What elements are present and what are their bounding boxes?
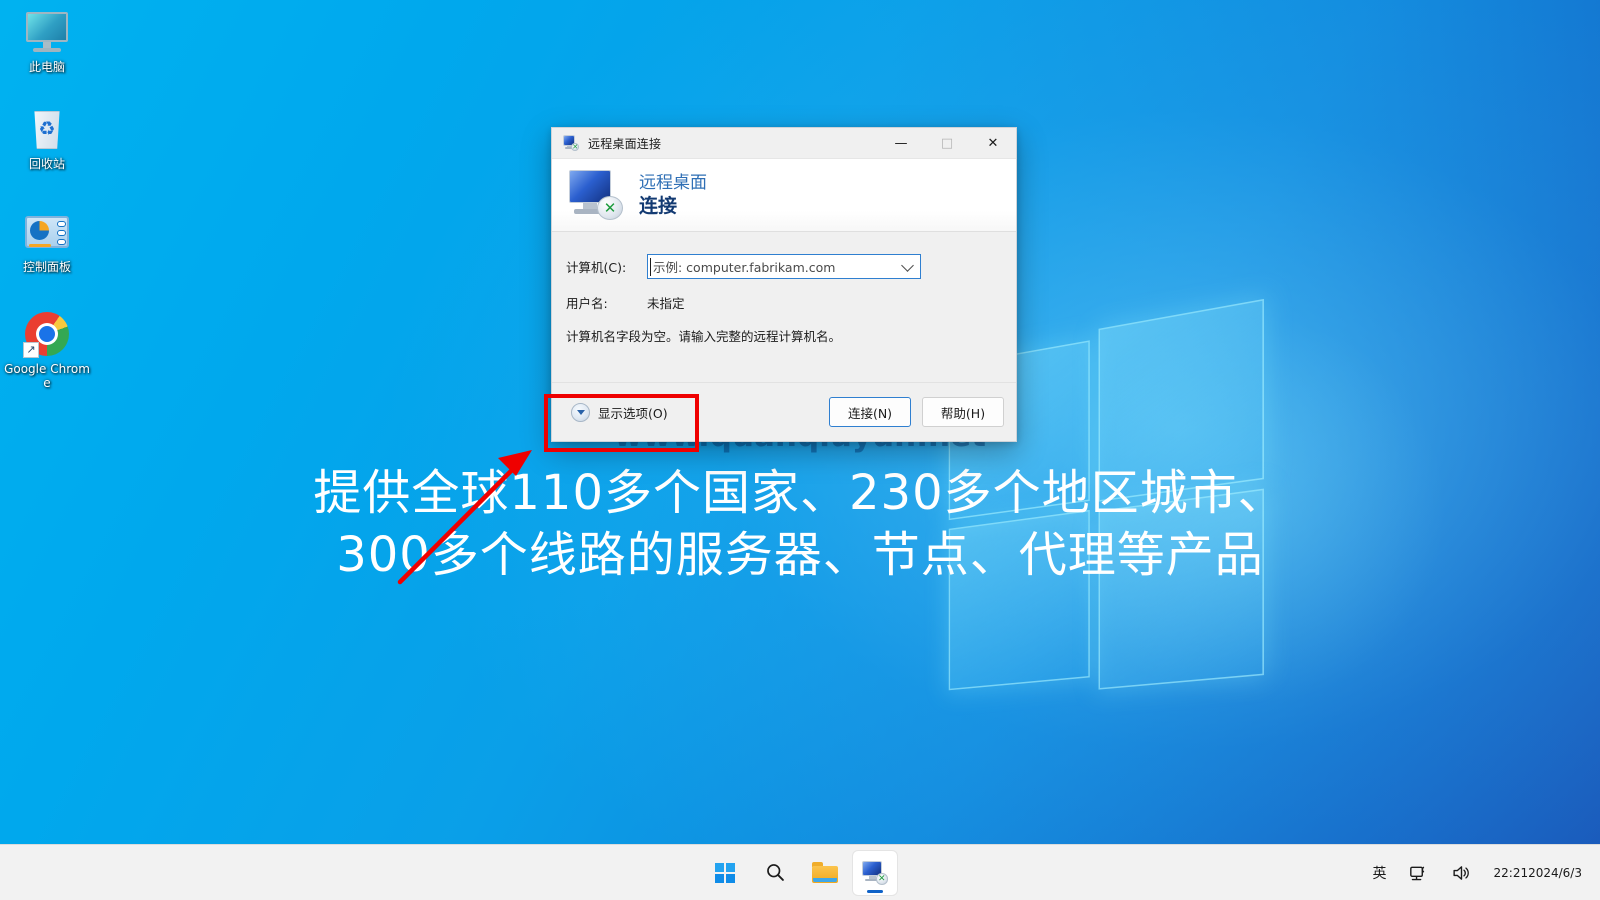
- folder-icon: [812, 862, 838, 883]
- dialog-header-line2: 连接: [639, 194, 707, 219]
- desktop-icon-google-chrome[interactable]: ↗ Google Chrome: [4, 310, 90, 390]
- chevron-down-icon[interactable]: [901, 259, 914, 272]
- connect-button[interactable]: 连接(N): [829, 397, 911, 427]
- desktop-icon-control-panel[interactable]: 控制面板: [4, 208, 90, 274]
- remote-desktop-icon: ✕: [563, 135, 579, 151]
- close-button[interactable]: ✕: [970, 128, 1016, 159]
- computer-combobox[interactable]: 示例: computer.fabrikam.com: [647, 254, 921, 279]
- taskbar[interactable]: ✕ 英 22:21 2024/6/3: [0, 844, 1600, 900]
- username-value: 未指定: [647, 293, 685, 312]
- desktop-icon-label: Google Chrome: [4, 362, 90, 390]
- volume-icon: [1451, 864, 1472, 882]
- username-label: 用户名:: [566, 293, 647, 312]
- desktop[interactable]: 此电脑 ♻ 回收站 控制面板 ↗ Google Chrome www.quanq…: [0, 0, 1600, 900]
- window-titlebar[interactable]: ✕ 远程桌面连接 — □ ✕: [552, 128, 1016, 159]
- start-button[interactable]: [703, 851, 747, 895]
- dialog-footer: 显示选项(O) 连接(N) 帮助(H): [552, 382, 1016, 441]
- network-icon: [1409, 864, 1429, 882]
- clock[interactable]: 22:21 2024/6/3: [1490, 853, 1587, 893]
- remote-desktop-connection-window[interactable]: ✕ 远程桌面连接 — □ ✕ ✕ 远程桌面 连接 计算机(C): 示例: com…: [551, 127, 1017, 442]
- desktop-icon-label: 此电脑: [4, 60, 90, 74]
- search-button[interactable]: [753, 851, 797, 895]
- remote-desktop-icon: ✕: [862, 861, 888, 885]
- clock-date: 2024/6/3: [1528, 865, 1582, 881]
- system-tray[interactable]: 英 22:21 2024/6/3: [1369, 853, 1587, 893]
- chevron-down-circle-icon[interactable]: [571, 403, 590, 422]
- ime-indicator[interactable]: 英: [1369, 853, 1391, 893]
- recycle-bin-icon: ♻: [23, 105, 71, 153]
- help-button[interactable]: 帮助(H): [922, 397, 1004, 427]
- computer-label: 计算机(C):: [566, 257, 647, 276]
- computer-field-row: 计算机(C): 示例: computer.fabrikam.com: [552, 254, 1016, 279]
- window-controls[interactable]: — □ ✕: [878, 128, 1016, 159]
- computer-input-placeholder[interactable]: 示例: computer.fabrikam.com: [648, 257, 835, 276]
- remote-desktop-taskbar-button[interactable]: ✕: [853, 851, 897, 895]
- show-options-toggle[interactable]: 显示选项(O): [571, 403, 668, 422]
- remote-desktop-large-icon: ✕: [569, 170, 623, 220]
- desktop-icon-this-pc[interactable]: 此电脑: [4, 8, 90, 74]
- show-options-label: 显示选项(O): [598, 403, 668, 422]
- volume-button[interactable]: [1447, 853, 1476, 893]
- username-field-row: 用户名: 未指定: [552, 293, 1016, 312]
- dialog-body: 计算机(C): 示例: computer.fabrikam.com 用户名: 未…: [552, 232, 1016, 382]
- validation-hint: 计算机名字段为空。请输入完整的远程计算机名。: [552, 326, 1016, 345]
- window-title: 远程桌面连接: [588, 135, 661, 152]
- shortcut-arrow-icon: ↗: [23, 342, 39, 358]
- dialog-header: ✕ 远程桌面 连接: [552, 159, 1016, 232]
- windows-start-icon: [715, 863, 735, 883]
- taskbar-center-group[interactable]: ✕: [703, 851, 897, 895]
- text-caret: [650, 258, 651, 276]
- chrome-icon: ↗: [23, 310, 71, 358]
- clock-time: 22:21: [1494, 865, 1529, 881]
- this-pc-icon: [23, 8, 71, 56]
- file-explorer-button[interactable]: [803, 851, 847, 895]
- network-button[interactable]: [1405, 853, 1433, 893]
- desktop-icon-label: 回收站: [4, 157, 90, 171]
- desktop-icon-label: 控制面板: [4, 260, 90, 274]
- control-panel-icon: [23, 208, 71, 256]
- dialog-header-line1: 远程桌面: [639, 172, 707, 194]
- search-icon: [765, 862, 786, 883]
- maximize-button[interactable]: □: [924, 128, 970, 159]
- desktop-icon-recycle-bin[interactable]: ♻ 回收站: [4, 105, 90, 171]
- minimize-button[interactable]: —: [878, 128, 924, 159]
